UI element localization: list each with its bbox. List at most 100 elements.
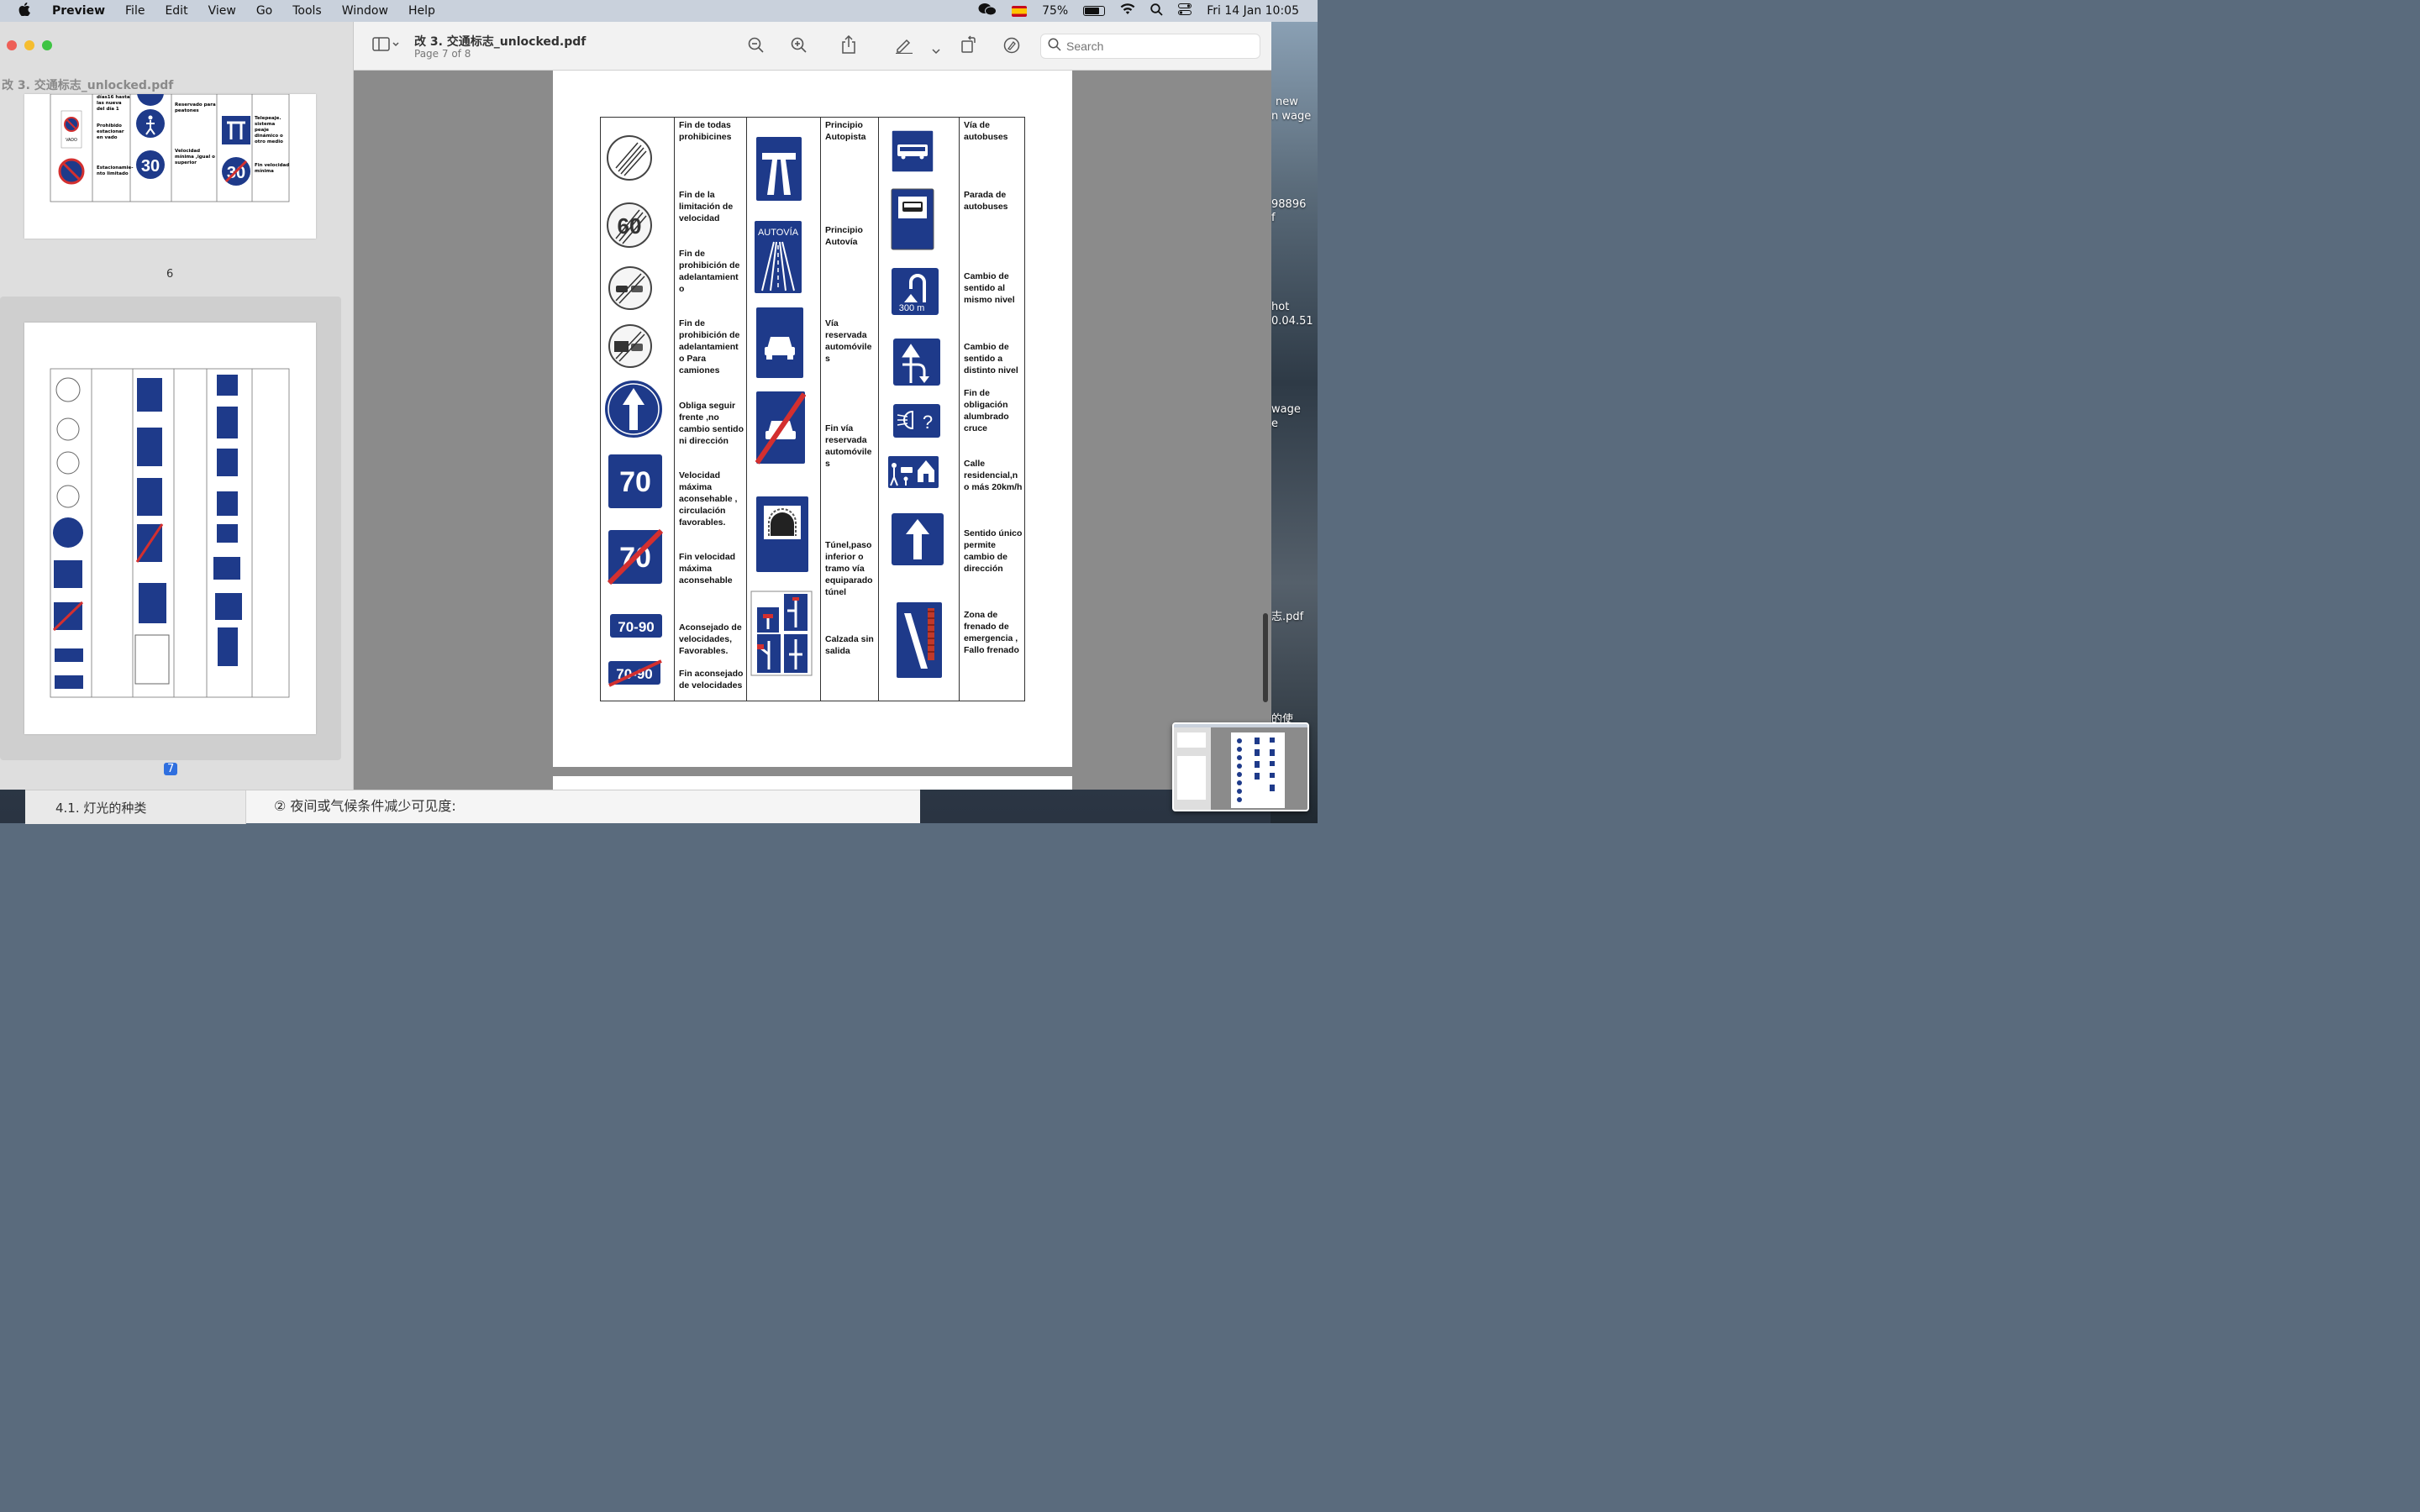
apple-icon[interactable] [18,3,34,19]
spotlight-search-icon[interactable] [1150,3,1163,19]
search-field[interactable] [1040,34,1260,59]
speed-range-text: 70-90 [618,619,654,635]
scrollbar[interactable] [1263,613,1268,702]
thumb-label: días16 hasta las nueva del día 1 [97,95,130,112]
input-source-flag-icon[interactable] [1012,5,1028,17]
background-body-text: ② 夜间或气候条件减少可见度: [274,798,456,814]
menu-tools[interactable]: Tools [292,4,322,18]
motorway-start-sign [756,137,802,201]
document-view[interactable]: 60 70 70-90 Fin de todas prohibicines Fi… [354,71,1271,790]
background-window[interactable]: 4.1. 灯光的种类 ② 夜间或气候条件减少可见度: [25,790,920,824]
page-number-7[interactable]: 7 [164,763,178,775]
label-one-way: Sentido único permite cambio de direcció… [964,528,1023,574]
search-icon [1048,38,1061,55]
wechat-icon[interactable] [978,3,997,19]
label-residential-zone: Calle residencial,n o más 20km/h [964,459,1023,492]
close-button[interactable] [7,40,17,50]
label-end-no-overtaking-trucks: Fin de prohibición de adelantamient o Pa… [679,318,740,375]
desktop-file-label[interactable]: n wage [1271,110,1311,123]
label-end-speed-limit: Fin de la limitación de velocidad [679,190,734,223]
label-u-turn-different-level: Cambio de sentido a distinto nivel [964,342,1018,375]
pdf-page-8 [553,776,1072,790]
battery-icon[interactable] [1083,6,1106,16]
page-thumbnail-6[interactable]: VADO 30 30 días16 hasta las nueva del dí… [24,79,316,239]
desktop-file-label[interactable]: 98896 [1271,198,1306,211]
document-title: 改 3. 交通标志_unlocked.pdf [414,35,587,49]
desktop-file-label[interactable]: e [1271,417,1278,430]
label-autovia-start: Principio Autovía [825,225,863,247]
end-cars-only-road-sign [755,391,806,465]
residential-zone-sign [888,456,939,488]
label-end-dipped-headlights: Fin de obligación alumbrado cruce [964,388,1009,433]
recommended-speed-range-sign: 70-90 [610,614,662,638]
annotate-icon[interactable] [1003,37,1020,58]
label-bus-stop: Parada de autobuses [964,190,1008,212]
desktop-file-label[interactable]: hot [1271,301,1289,313]
search-input[interactable] [1066,39,1234,53]
desktop-file-label[interactable]: wage [1271,403,1301,416]
screenshot-preview-thumbnail[interactable] [1172,722,1309,811]
thumb-label: Prohibido estacionar en vado [97,123,124,140]
desktop-file-label[interactable]: 0.04.51 [1271,315,1313,328]
zoom-in-icon[interactable] [791,37,808,58]
label-end-advisory-speed: Fin velocidad máxima aconsehable [679,552,736,585]
minimize-button[interactable] [24,40,34,50]
page-number-6[interactable]: 6 [166,268,173,281]
dead-end-road-sign [750,591,813,676]
menu-view[interactable]: View [208,4,236,18]
ahead-only-sign [605,381,662,438]
chevron-down-icon[interactable] [932,40,940,59]
label-end-no-overtaking: Fin de prohibición de adelantamient o [679,249,740,294]
control-center-icon[interactable] [1178,3,1192,18]
label-tunnel: Túnel,paso inferior o tramo vía equipara… [825,540,873,597]
battery-percent[interactable]: 75% [1042,4,1068,18]
pdf-page-7: 60 70 70-90 Fin de todas prohibicines Fi… [553,71,1072,767]
desktop-file-label[interactable]: 志.pdf [1271,607,1303,623]
menu-help[interactable]: Help [408,4,435,18]
svg-text:?: ? [923,412,933,433]
thumbnail-sidebar: 改 3. 交通标志_unlocked.pdf VADO 30 días16 ha… [0,22,354,790]
label-advisory-speed: Velocidad máxima aconsehable , circulaci… [679,470,738,528]
preview-window: 改 3. 交通标志_unlocked.pdf VADO 30 días16 ha… [0,22,1271,790]
markup-pen-icon[interactable] [895,37,913,58]
vado-plate-text: VADO [66,138,77,143]
clock[interactable]: Fri 14 Jan 10:05 [1207,4,1299,18]
bus-lane-sign [891,129,934,173]
label-bus-lane: Vía de autobuses [964,120,1008,142]
menu-window[interactable]: Window [342,4,388,18]
zoom-out-icon[interactable] [748,37,765,58]
end-no-overtaking-sign [608,266,652,310]
rotate-icon[interactable] [960,35,977,58]
sidebar-toggle-icon[interactable] [372,37,399,56]
menu-file[interactable]: File [125,4,145,18]
label-end-all-prohibitions: Fin de todas prohibicines [679,120,732,142]
distance-300m-text: 300 m [899,303,925,313]
end-recommended-speed-range-sign: 70-90 [608,659,662,687]
end-no-overtaking-trucks-sign [608,324,652,368]
end-speed-limit-60-sign: 60 [607,202,652,248]
column-labels-1: Fin de todas prohibicines Fin de la limi… [674,117,747,701]
desktop-file-label[interactable]: new [1276,96,1298,108]
speed-70-text: 70 [619,466,651,498]
label-motorway-start: Principio Autopista [825,120,866,142]
menu-go[interactable]: Go [256,4,272,18]
label-ahead-only: Obliga seguir frente ,no cambio sentido … [679,401,744,446]
tunnel-sign [756,496,808,572]
column-signs-2: AUTOVÍA [746,117,821,701]
battery-level-fill [1085,8,1099,14]
column-labels-2: Principio Autopista Principio Autovía Ví… [820,117,879,701]
page-thumbnail-7[interactable] [24,323,316,734]
zoom-button[interactable] [42,40,52,50]
menu-app-name[interactable]: Preview [52,4,105,18]
thumb-label: Velocidad mínima ,igual o superior [175,149,215,165]
screenshot-miniature [1174,724,1307,810]
wifi-icon[interactable] [1120,3,1135,18]
share-icon[interactable] [841,34,856,58]
end-all-prohibitions-sign [607,135,652,181]
menu-edit[interactable]: Edit [165,4,187,18]
background-window-sidebar: 4.1. 灯光的种类 [25,790,246,824]
desktop-file-label[interactable]: f [1271,212,1276,224]
toolbar: 改 3. 交通标志_unlocked.pdf Page 7 of 8 [354,22,1271,71]
page-7-preview [50,368,290,698]
end-advisory-speed-70-sign: 70 [608,529,663,585]
